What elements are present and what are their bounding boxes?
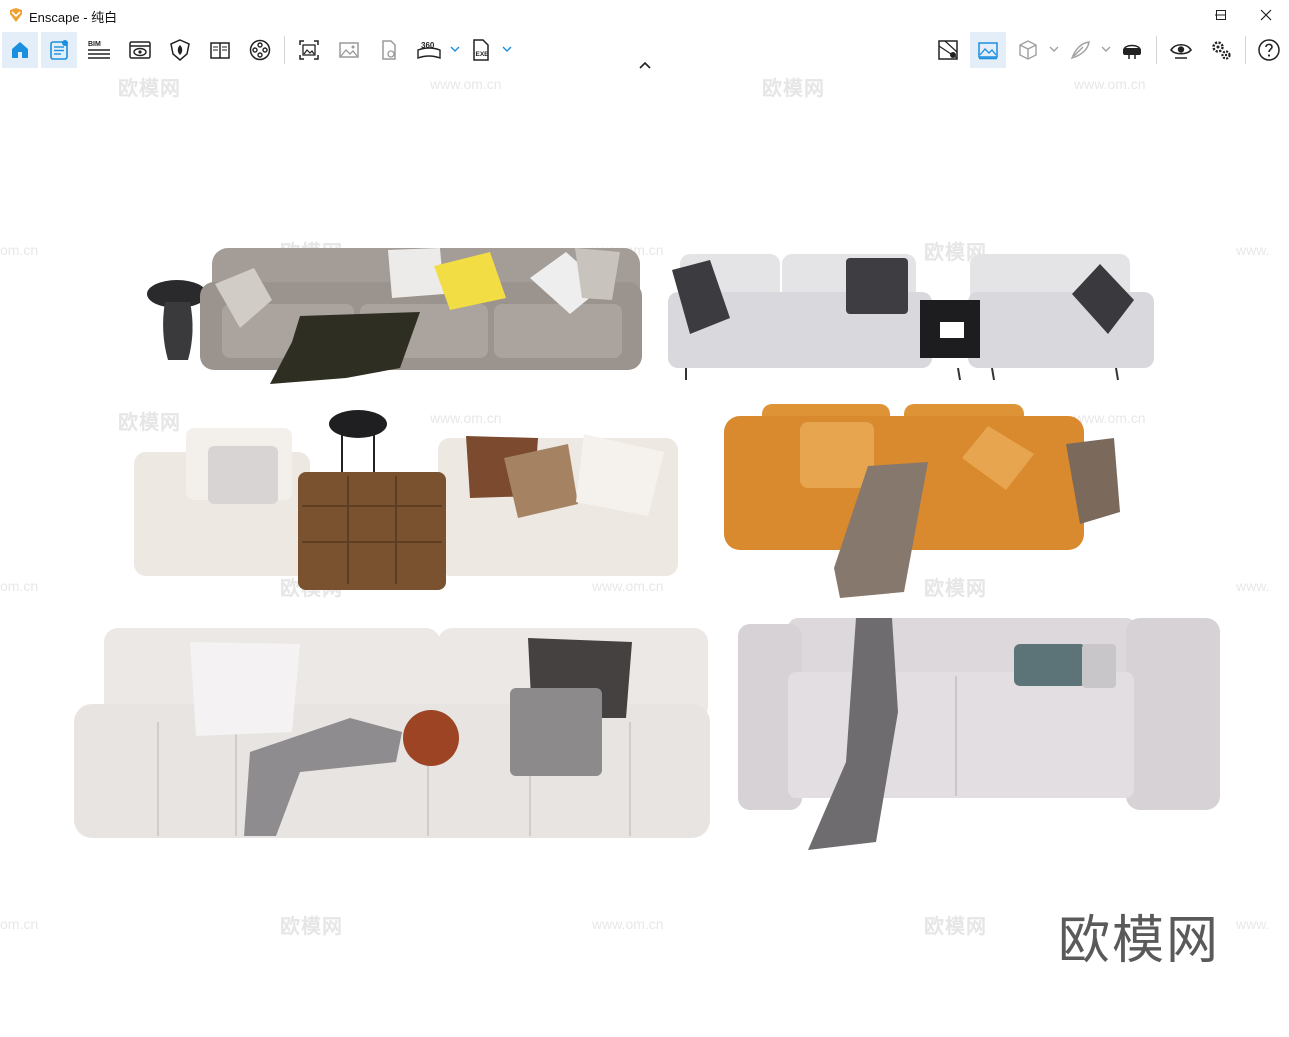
map-pin-icon bbox=[938, 40, 958, 60]
landscape-icon bbox=[978, 42, 998, 60]
check-pillow bbox=[1082, 644, 1116, 688]
book-icon bbox=[210, 42, 230, 59]
toolbar-separator bbox=[1245, 36, 1246, 64]
feather-icon bbox=[1070, 41, 1090, 60]
eye-window-icon bbox=[129, 41, 151, 59]
bim-button[interactable]: BIM bbox=[81, 32, 117, 68]
pillow bbox=[190, 642, 300, 736]
home-icon bbox=[12, 42, 28, 58]
feather-dropdown-caret-icon[interactable] bbox=[1101, 44, 1111, 54]
enscape-logo-icon bbox=[10, 8, 22, 22]
dark-pillow bbox=[846, 258, 908, 314]
close-button[interactable] bbox=[1243, 0, 1289, 30]
round-side-table bbox=[329, 410, 387, 438]
maximize-icon bbox=[1216, 10, 1226, 20]
maximize-button-glyph[interactable] bbox=[1198, 0, 1244, 30]
material-editor-button[interactable] bbox=[202, 32, 238, 68]
collaborative-annotation-button[interactable] bbox=[930, 32, 966, 68]
export-exe-button[interactable]: EXE bbox=[463, 32, 499, 68]
panorama-button[interactable]: 360 bbox=[411, 32, 447, 68]
pillow bbox=[388, 248, 444, 298]
panorama-dropdown-caret-icon[interactable] bbox=[450, 44, 460, 54]
pillow bbox=[575, 248, 620, 300]
notebook-icon bbox=[50, 40, 68, 60]
cube-icon bbox=[1019, 40, 1037, 60]
bim-icon: BIM bbox=[88, 41, 110, 59]
orange-leather-sofa bbox=[724, 404, 1120, 598]
help-button[interactable] bbox=[1251, 32, 1287, 68]
home-button[interactable] bbox=[2, 32, 38, 68]
leather-ottoman bbox=[298, 472, 446, 590]
houndstooth-pillow bbox=[208, 446, 278, 504]
vr-headset-icon bbox=[1123, 44, 1141, 59]
collapse-toolbar-chevron-up-icon[interactable] bbox=[638, 60, 652, 70]
asset-library-button[interactable] bbox=[41, 32, 77, 68]
sofa-scene bbox=[74, 248, 1220, 850]
feather-button[interactable] bbox=[1062, 32, 1098, 68]
eye-icon bbox=[1170, 43, 1192, 59]
batch-render-button[interactable] bbox=[331, 32, 367, 68]
image-icon bbox=[339, 42, 359, 58]
toolbar-separator bbox=[1156, 36, 1157, 64]
check-pillow bbox=[510, 688, 602, 776]
gray-sofa bbox=[147, 248, 642, 384]
cube-button[interactable] bbox=[1010, 32, 1046, 68]
toolbar-separator bbox=[284, 36, 285, 64]
title-bar: Enscape - 纯白 bbox=[0, 0, 1289, 30]
help-icon bbox=[1258, 39, 1280, 61]
views-button[interactable] bbox=[122, 32, 158, 68]
brand-watermark: 欧模网 bbox=[1058, 911, 1221, 971]
exe-dropdown-caret-icon[interactable] bbox=[502, 44, 512, 54]
basketball bbox=[403, 710, 459, 766]
screenshot-icon bbox=[299, 40, 319, 60]
visual-settings-button[interactable] bbox=[970, 32, 1006, 68]
bim-label: BIM bbox=[88, 41, 101, 48]
atmosphere-button[interactable] bbox=[162, 32, 198, 68]
render-viewport[interactable]: 欧模网 www.om.cn 欧模网 www.om.cn om.cn 欧模网 ww… bbox=[0, 72, 1289, 1037]
screenshot-button[interactable] bbox=[291, 32, 327, 68]
vr-headset-button[interactable] bbox=[1114, 32, 1150, 68]
sofa-seat bbox=[74, 704, 710, 838]
window-title: Enscape - 纯白 bbox=[29, 10, 118, 25]
side-table-base bbox=[163, 302, 193, 360]
orange-pillow bbox=[800, 422, 874, 488]
settings-button[interactable] bbox=[1203, 32, 1239, 68]
export-file-button[interactable] bbox=[371, 32, 407, 68]
teal-pillow bbox=[1014, 644, 1086, 686]
svg-text:EXE: EXE bbox=[476, 51, 490, 58]
file-export-icon bbox=[382, 40, 396, 60]
film-reel-icon bbox=[249, 39, 271, 61]
cube-dropdown-caret-icon[interactable] bbox=[1049, 44, 1059, 54]
close-icon bbox=[1260, 9, 1272, 21]
light-gray-sofa bbox=[668, 254, 1154, 381]
shield-leaf-icon bbox=[170, 39, 190, 61]
video-editor-button[interactable] bbox=[242, 32, 278, 68]
armrest bbox=[1126, 618, 1220, 810]
white-modular-sofa bbox=[74, 628, 710, 838]
panorama-360-icon: 360 bbox=[417, 41, 441, 59]
gears-icon bbox=[1212, 41, 1231, 60]
eye-toggle-button[interactable] bbox=[1163, 32, 1199, 68]
low-gray-sofa bbox=[738, 618, 1220, 850]
cream-sectional-sofa bbox=[134, 410, 678, 590]
exe-file-icon: EXE bbox=[473, 39, 490, 61]
